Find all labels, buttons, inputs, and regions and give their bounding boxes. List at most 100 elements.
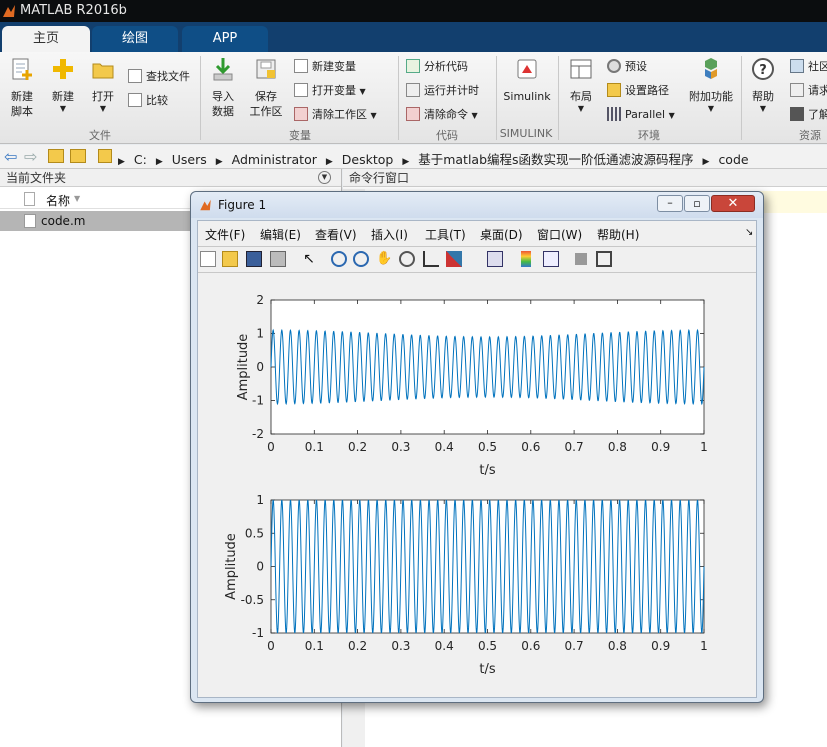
breadcrumb-sep-icon: ▶ bbox=[215, 157, 223, 167]
hide-plot-tools-icon[interactable] bbox=[575, 253, 587, 265]
request-support-icon bbox=[790, 83, 804, 97]
edit-plot-arrow-icon[interactable]: ↖ bbox=[301, 251, 317, 267]
find-files-button[interactable]: 查找文件 bbox=[128, 68, 190, 88]
figure-canvas[interactable]: 0 0.1 0.2 0.3 0.4 0.5 0.6 0.7 0.8 0.9 1-2-1012t/sA… bbox=[198, 274, 756, 697]
rotate-3d-icon[interactable] bbox=[399, 251, 415, 267]
app-title: MATLAB R2016b bbox=[20, 3, 127, 18]
run-and-time-icon bbox=[406, 83, 420, 97]
clear-commands-arrow-icon: ▼ bbox=[471, 111, 478, 120]
clear-workspace-button[interactable]: 清除工作区 ▼ bbox=[294, 106, 377, 126]
layout-dropdown-arrow-icon: ▼ bbox=[577, 104, 585, 113]
menu-dock-icon[interactable]: ↘ bbox=[745, 227, 753, 238]
compare-label: 比较 bbox=[146, 94, 168, 107]
import-data-button[interactable]: 导入 数据 bbox=[206, 56, 240, 119]
open-variable-arrow-icon: ▼ bbox=[359, 87, 366, 96]
breadcrumb-item[interactable]: Administrator bbox=[232, 152, 317, 167]
print-icon[interactable] bbox=[270, 251, 286, 267]
preferences-button[interactable]: 预设 bbox=[607, 58, 647, 78]
colorbar-icon[interactable] bbox=[521, 251, 531, 267]
addons-button[interactable]: 附加功能 ▼ bbox=[688, 56, 734, 113]
learn-icon bbox=[790, 107, 804, 121]
file-type-column-icon bbox=[24, 192, 35, 206]
browse-folder-icon[interactable] bbox=[70, 149, 86, 163]
breadcrumb-item[interactable]: code bbox=[718, 152, 748, 167]
gear-icon bbox=[607, 59, 621, 73]
open-variable-button[interactable]: 打开变量 ▼ bbox=[294, 82, 366, 102]
breadcrumb-item[interactable]: Desktop bbox=[342, 152, 394, 167]
tab-home[interactable]: 主页 bbox=[2, 26, 90, 52]
request-support-button[interactable]: 请求 bbox=[790, 82, 827, 102]
new-figure-icon[interactable] bbox=[200, 251, 216, 267]
zoom-out-icon[interactable] bbox=[353, 251, 369, 267]
compare-button[interactable]: 比较 bbox=[128, 92, 168, 112]
set-path-label: 设置路径 bbox=[625, 84, 669, 97]
menu-insert[interactable]: 插入(I) bbox=[371, 226, 408, 243]
save-workspace-button[interactable]: 保存 工作区 bbox=[246, 56, 286, 119]
brush-icon[interactable] bbox=[446, 251, 462, 267]
set-path-button[interactable]: 设置路径 bbox=[607, 82, 669, 102]
new-script-icon bbox=[12, 58, 32, 80]
breadcrumb-item[interactable]: 基于matlab编程s函数实现一阶低通滤波源码程序 bbox=[418, 152, 693, 167]
clear-commands-button[interactable]: 清除命令 ▼ bbox=[406, 106, 478, 126]
simulink-button[interactable]: Simulink bbox=[500, 56, 554, 104]
parallel-arrow-icon: ▼ bbox=[668, 111, 675, 120]
new-variable-button[interactable]: 新建变量 bbox=[294, 58, 356, 78]
x-tick-label: 0.6 bbox=[521, 639, 540, 653]
new-script-button[interactable]: 新建 脚本 bbox=[4, 56, 40, 119]
y-tick-label: 2 bbox=[256, 293, 264, 307]
maximize-button[interactable]: ▫ bbox=[684, 195, 710, 212]
toolbar-divider bbox=[198, 272, 756, 273]
data-cursor-icon[interactable] bbox=[423, 251, 439, 267]
column-header-name[interactable]: 名称 bbox=[46, 192, 70, 209]
ribbon-separator bbox=[558, 56, 559, 140]
minimize-button[interactable]: – bbox=[657, 195, 683, 212]
clear-commands-icon bbox=[406, 107, 420, 121]
toolstrip-tabs: 主页 绘图 APP bbox=[0, 22, 827, 52]
x-tick-label: 0.5 bbox=[478, 639, 497, 653]
open-button[interactable]: 打开 ▼ bbox=[86, 56, 120, 113]
y-tick-label: -2 bbox=[252, 427, 264, 441]
save-figure-icon[interactable] bbox=[246, 251, 262, 267]
menu-desktop[interactable]: 桌面(D) bbox=[480, 226, 523, 243]
open-file-icon[interactable] bbox=[222, 251, 238, 267]
back-arrow-icon[interactable]: ⇦ bbox=[4, 147, 17, 166]
new-button[interactable]: 新建 ▼ bbox=[46, 56, 80, 113]
breadcrumb-item[interactable]: C: bbox=[134, 152, 147, 167]
menu-window[interactable]: 窗口(W) bbox=[537, 226, 582, 243]
new-variable-label: 新建变量 bbox=[312, 60, 356, 73]
ribbon-separator bbox=[200, 56, 201, 140]
x-tick-label: 1 bbox=[700, 440, 708, 454]
up-folder-icon[interactable] bbox=[48, 149, 64, 163]
menu-view[interactable]: 查看(V) bbox=[315, 226, 357, 243]
tab-apps[interactable]: APP bbox=[182, 26, 268, 52]
menu-edit[interactable]: 编辑(E) bbox=[260, 226, 301, 243]
clear-workspace-arrow-icon: ▼ bbox=[370, 111, 377, 120]
link-plot-icon[interactable] bbox=[487, 251, 503, 267]
help-icon: ? bbox=[752, 58, 774, 80]
breadcrumb-item[interactable]: Users bbox=[172, 152, 207, 167]
panel-actions-icon[interactable]: ▼ bbox=[318, 171, 331, 184]
pan-hand-icon[interactable]: ✋ bbox=[376, 251, 392, 267]
run-and-time-button[interactable]: 运行并计时 bbox=[406, 82, 479, 102]
legend-icon[interactable] bbox=[543, 251, 559, 267]
menu-help[interactable]: 帮助(H) bbox=[597, 226, 639, 243]
x-tick-label: 0.9 bbox=[651, 440, 670, 454]
new-variable-icon bbox=[294, 59, 308, 73]
x-tick-label: 0.4 bbox=[435, 639, 454, 653]
menu-file[interactable]: 文件(F) bbox=[205, 226, 245, 243]
community-button[interactable]: 社区 bbox=[790, 58, 827, 78]
analyze-code-button[interactable]: 分析代码 bbox=[406, 58, 468, 78]
layout-button[interactable]: 布局 ▼ bbox=[564, 56, 598, 113]
menu-tools[interactable]: 工具(T) bbox=[425, 226, 466, 243]
zoom-in-icon[interactable] bbox=[331, 251, 347, 267]
breadcrumb-sep-icon: ▶ bbox=[702, 157, 710, 167]
help-dropdown-arrow-icon: ▼ bbox=[759, 104, 767, 113]
parallel-button[interactable]: Parallel ▼ bbox=[607, 106, 675, 126]
addons-dropdown-arrow-icon: ▼ bbox=[707, 104, 715, 113]
tab-plots[interactable]: 绘图 bbox=[92, 26, 178, 52]
learn-button[interactable]: 了解 bbox=[790, 106, 827, 126]
close-button[interactable]: ✕ bbox=[711, 195, 755, 212]
show-plot-tools-icon[interactable] bbox=[596, 251, 612, 267]
forward-arrow-icon[interactable]: ⇨ bbox=[24, 147, 37, 166]
help-button[interactable]: ? 帮助 ▼ bbox=[746, 56, 780, 113]
